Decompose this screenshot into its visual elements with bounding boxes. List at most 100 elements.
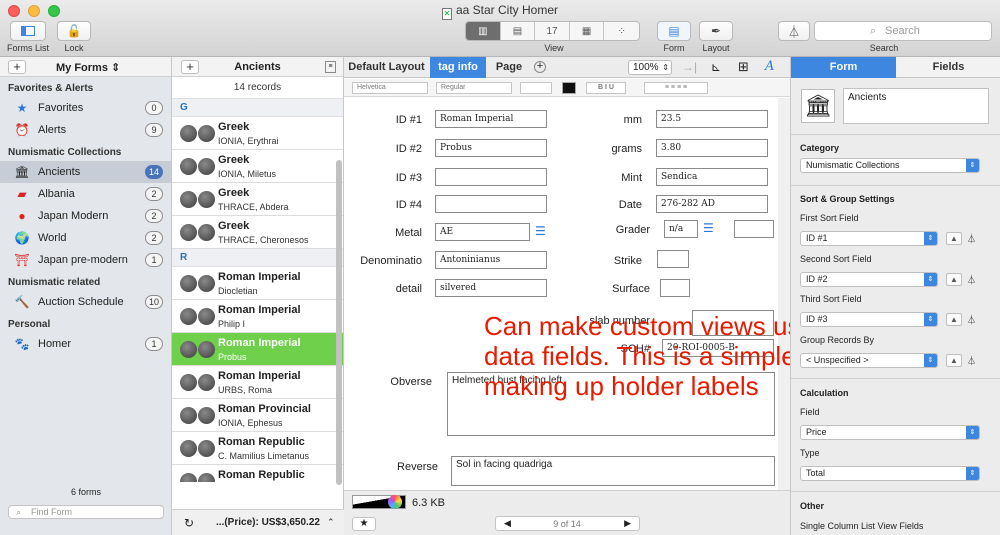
previous-record-button[interactable]: ◀ [504, 518, 511, 529]
table-row[interactable]: Roman RepublicPostumius [172, 465, 343, 482]
font-style-icon[interactable]: A [765, 59, 774, 74]
calc-type-select[interactable]: Total ⇕ [800, 466, 980, 481]
table-row[interactable]: Roman Provincial IONIA, Ephesus [172, 399, 343, 432]
refresh-icon[interactable]: ↻ [184, 516, 194, 530]
arrow-right-icon[interactable]: →| [682, 60, 697, 74]
first-sort-select[interactable]: ID #1 ⇕ [800, 231, 938, 246]
filter-button[interactable]: ⏃ [778, 21, 810, 41]
view-gallery-icon[interactable]: ▦ [570, 22, 605, 40]
bold-italic-underline-buttons[interactable]: B I U [586, 82, 626, 94]
filter-icon[interactable]: ⏃ [967, 273, 976, 286]
sidebar-item-label: World [38, 232, 67, 244]
coin-image [180, 125, 197, 142]
sidebar-item-world[interactable]: 🌍 World 2 [0, 227, 171, 249]
sort-order-icon[interactable]: ▲ [946, 273, 962, 286]
field-grader-extra[interactable] [734, 220, 774, 238]
sidebar-item-favorites[interactable]: ★ Favorites 0 [0, 97, 171, 119]
field-strike[interactable] [657, 250, 689, 268]
add-tab-icon[interactable]: + [534, 61, 546, 73]
sort-order-icon[interactable]: ▲ [946, 354, 962, 367]
field-surface[interactable] [660, 279, 690, 297]
sidebar-item-albania[interactable]: ▰ Albania 2 [0, 183, 171, 205]
sidebar-item-ancients[interactable]: 🏛 Ancients 14 [0, 161, 171, 183]
records-scrollbar[interactable] [336, 160, 342, 485]
next-record-button[interactable]: ▶ [624, 518, 631, 529]
table-row[interactable]: Greek THRACE, Cheronesos [172, 216, 343, 249]
category-select[interactable]: Numismatic Collections ⇕ [800, 158, 980, 173]
list-options-icon[interactable]: ≡ [325, 61, 336, 73]
zoom-select[interactable]: 100% ⇕ [628, 60, 672, 75]
tab-default-layout[interactable]: Default Layout [344, 57, 429, 78]
color-wheel-icon[interactable] [388, 495, 402, 509]
ruler-icon[interactable]: ⊾ [711, 60, 721, 74]
grid-icon[interactable]: ⊞ [738, 59, 749, 75]
field-denomination[interactable]: Antoninianus [435, 251, 547, 269]
favorite-star-button[interactable]: ★ [352, 517, 376, 531]
field-id1[interactable]: Roman Imperial [435, 110, 547, 128]
third-sort-select[interactable]: ID #3 ⇕ [800, 312, 938, 327]
field-grader[interactable]: n/a [664, 220, 698, 238]
forms-list-button[interactable] [10, 21, 46, 41]
field-reverse[interactable]: Sol in facing quadriga [451, 456, 775, 486]
add-record-button[interactable]: + [181, 60, 199, 74]
table-row[interactable]: Roman Imperial URBS, Roma [172, 366, 343, 399]
field-metal[interactable]: AE [435, 223, 530, 241]
table-row[interactable]: Roman Republic C. Mamilius Limetanus [172, 432, 343, 465]
value-list-icon[interactable]: ☰ [535, 225, 549, 237]
field-id3[interactable] [435, 168, 547, 186]
second-sort-select[interactable]: ID #2 ⇕ [800, 272, 938, 287]
filter-icon[interactable]: ⏃ [967, 232, 976, 245]
coin-thumbnail [180, 158, 216, 176]
table-row[interactable]: Roman Imperial Diocletian [172, 267, 343, 300]
records-list: + Ancients ≡ 14 records G Greek IONIA, Ery… [172, 57, 344, 535]
table-row[interactable]: Roman Imperial Probus [172, 333, 343, 366]
chevron-updown-icon[interactable]: ⌃ [327, 517, 335, 528]
temple-icon[interactable]: 🏛 [801, 89, 835, 123]
text-color-swatch[interactable] [562, 82, 576, 94]
lock-button[interactable]: 🔓 [57, 21, 91, 41]
field-detail[interactable]: silvered [435, 279, 547, 297]
tab-fields[interactable]: Fields [896, 57, 1000, 78]
table-row[interactable]: Greek THRACE, Abdera [172, 183, 343, 216]
group-records-select[interactable]: < Unspecified > ⇕ [800, 353, 938, 368]
field-id4[interactable] [435, 195, 547, 213]
table-row[interactable]: Greek IONIA, Miletus [172, 150, 343, 183]
view-form-icon[interactable]: ▤ [501, 22, 536, 40]
form-button[interactable]: ▤ [657, 21, 691, 41]
view-segmented-control[interactable]: ▥ ▤ 17 ▦ ⁘ [465, 21, 640, 41]
sort-order-icon[interactable]: ▲ [946, 232, 962, 245]
field-date[interactable]: 276-282 AD [656, 195, 768, 213]
tab-page[interactable]: Page [489, 57, 529, 78]
sidebar-item-auction-schedule[interactable]: 🔨 Auction Schedule 10 [0, 291, 171, 313]
field-id2[interactable]: Probus [435, 139, 547, 157]
field-mint[interactable]: Sendica [656, 168, 768, 186]
field-mm[interactable]: 23.5 [656, 110, 768, 128]
tab-tag-info[interactable]: tag info [430, 57, 486, 78]
sidebar-item-alerts[interactable]: ⏰ Alerts 9 [0, 119, 171, 141]
sidebar-title[interactable]: My Forms ⇕ [56, 61, 120, 74]
alignment-buttons[interactable]: ≡ ≡ ≡ ≡ [644, 82, 708, 94]
sidebar-item-homer[interactable]: 🐾 Homer 1 [0, 333, 171, 355]
form-name-input[interactable]: Ancients [843, 88, 989, 124]
table-row[interactable]: Greek IONIA, Erythrai [172, 117, 343, 150]
filter-icon[interactable]: ⏃ [967, 313, 976, 326]
size-select[interactable] [520, 82, 552, 94]
sort-order-icon[interactable]: ▲ [946, 313, 962, 326]
style-select[interactable]: Regular [436, 82, 512, 94]
view-columns-icon[interactable]: ▥ [466, 22, 501, 40]
font-select[interactable]: Helvetica [352, 82, 428, 94]
view-grid-icon[interactable]: ⁘ [604, 22, 639, 40]
sidebar-item-japan-modern[interactable]: ● Japan Modern 2 [0, 205, 171, 227]
tab-form[interactable]: Form [791, 57, 896, 78]
view-calendar-icon[interactable]: 17 [535, 22, 570, 40]
filter-icon[interactable]: ⏃ [967, 354, 976, 367]
value-list-icon[interactable]: ☰ [703, 222, 717, 234]
add-form-button[interactable]: + [8, 60, 26, 74]
field-grams[interactable]: 3.80 [656, 139, 768, 157]
sidebar-item-japan-pre-modern[interactable]: ⛩ Japan pre-modern 1 [0, 249, 171, 271]
search-input[interactable]: ⌕ Search [814, 21, 992, 41]
table-row[interactable]: Roman Imperial Philip I [172, 300, 343, 333]
calc-field-select[interactable]: Price ⇕ [800, 425, 980, 440]
find-form-input[interactable]: ⌕ Find Form [8, 505, 164, 519]
layout-button[interactable]: ✒ [699, 21, 733, 41]
